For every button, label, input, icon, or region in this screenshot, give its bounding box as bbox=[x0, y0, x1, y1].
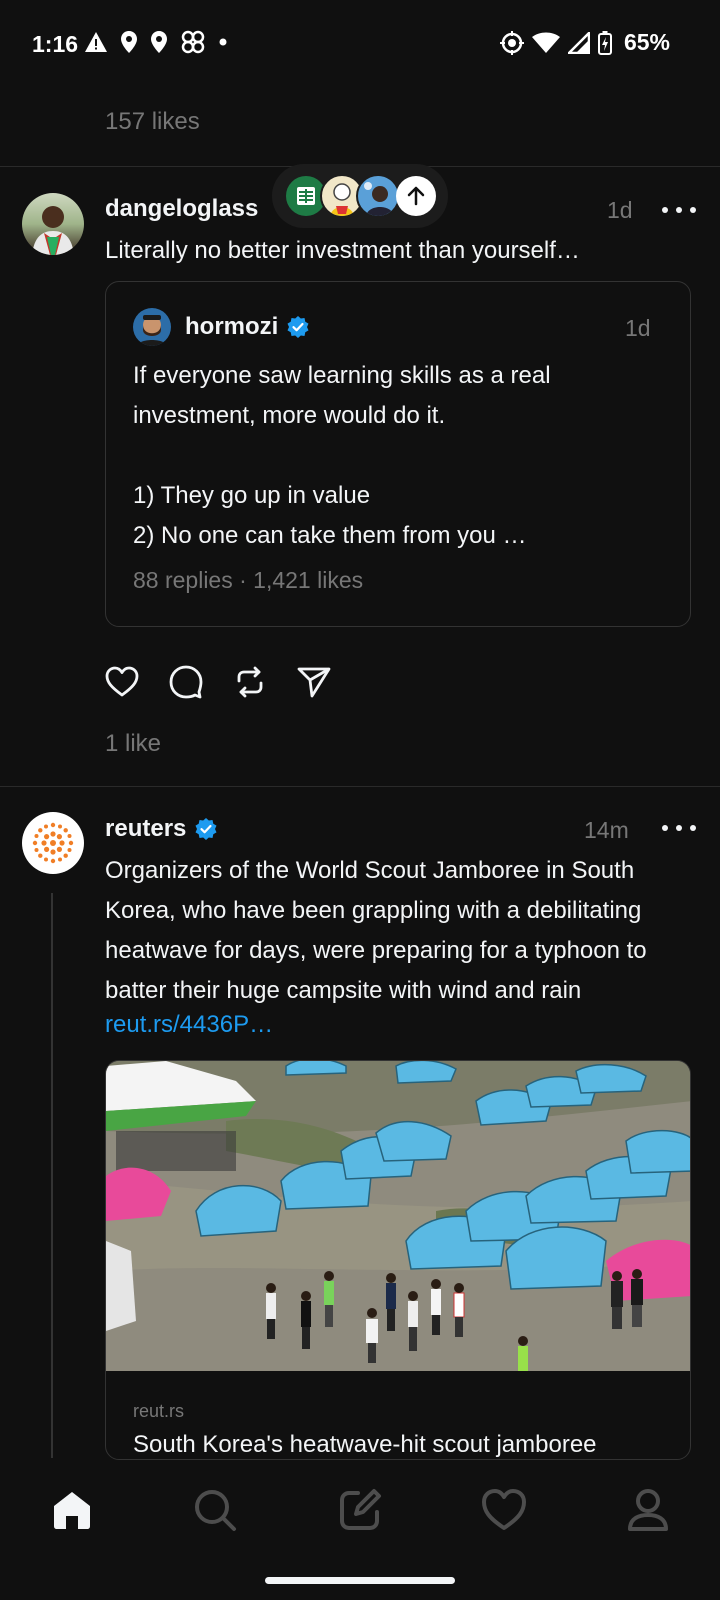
quote-line: investment, more would do it. bbox=[133, 402, 446, 429]
battery-percent: 65% bbox=[623, 29, 670, 55]
quote-line-blank bbox=[133, 436, 551, 476]
nav-profile[interactable] bbox=[624, 1486, 672, 1534]
quote-stats[interactable]: 88 replies · 1,421 likes bbox=[133, 567, 363, 594]
more-options-button[interactable] bbox=[662, 200, 696, 220]
warning-icon bbox=[85, 32, 107, 52]
link-title: South Korea's heatwave-hit scout jambore… bbox=[133, 1431, 597, 1458]
search-icon bbox=[195, 1490, 236, 1531]
share-icon[interactable] bbox=[297, 666, 331, 698]
link-preview-image bbox=[106, 1061, 690, 1371]
link-preview-card[interactable]: reut.rs South Korea's heatwave-hit scout… bbox=[105, 1060, 691, 1460]
location-icon-2 bbox=[151, 31, 167, 53]
repost-icon[interactable] bbox=[233, 665, 267, 699]
nav-activity[interactable] bbox=[480, 1486, 528, 1534]
new-posts-pill[interactable] bbox=[272, 164, 448, 228]
nav-search[interactable] bbox=[191, 1486, 239, 1534]
post-username[interactable]: dangeloglass bbox=[105, 195, 258, 223]
post-link[interactable]: reut.rs/4436P… bbox=[105, 1011, 273, 1039]
quote-time: 1d bbox=[625, 315, 651, 341]
status-icons-right: 65% bbox=[499, 29, 670, 56]
quote-line: 1) They go up in value bbox=[133, 482, 371, 509]
thread-line bbox=[51, 893, 53, 1458]
comment-icon[interactable] bbox=[169, 665, 203, 699]
pinwheel-icon bbox=[181, 30, 205, 54]
post-actions bbox=[105, 665, 331, 699]
location-icon bbox=[121, 31, 137, 53]
signal-icon bbox=[567, 31, 590, 54]
post-text: Organizers of the World Scout Jamboree i… bbox=[105, 851, 647, 1011]
previous-post-likes[interactable]: 157 likes bbox=[105, 108, 200, 136]
battery-charging-icon bbox=[597, 30, 612, 55]
quote-text: If everyone saw learning skills as a rea… bbox=[133, 356, 551, 556]
post-line: heatwave for days, were preparing for a … bbox=[105, 937, 647, 964]
verified-badge-icon bbox=[287, 316, 309, 338]
scroll-to-new-posts-button[interactable] bbox=[396, 176, 436, 216]
more-options-button[interactable] bbox=[662, 818, 696, 838]
post-line: Organizers of the World Scout Jamboree i… bbox=[105, 857, 635, 884]
post-line: Korea, who have been grappling with a de… bbox=[105, 897, 642, 924]
compose-icon bbox=[340, 1489, 381, 1530]
vpn-target-icon bbox=[499, 30, 524, 55]
quoted-post[interactable]: hormozi 1d If everyone saw learning skil… bbox=[105, 281, 691, 627]
wifi-icon bbox=[531, 32, 560, 53]
nav-home[interactable] bbox=[48, 1486, 96, 1534]
status-time: 1:16 bbox=[32, 31, 79, 57]
nav-compose[interactable] bbox=[336, 1486, 384, 1534]
post-time: 1d bbox=[607, 197, 633, 223]
photo-avatar bbox=[356, 174, 400, 218]
quote-line: If everyone saw learning skills as a rea… bbox=[133, 362, 551, 389]
avatar-image bbox=[32, 206, 74, 255]
heart-icon bbox=[482, 1489, 526, 1530]
divider bbox=[0, 786, 720, 787]
quote-avatar[interactable] bbox=[133, 308, 171, 346]
status-bar: 1:16 65% bbox=[0, 0, 720, 90]
dot-icon bbox=[219, 38, 227, 46]
quote-line: 2) No one can take them from you … bbox=[133, 522, 527, 549]
post-time: 14m bbox=[584, 817, 629, 843]
profile-icon bbox=[628, 1489, 668, 1531]
post-likes[interactable]: 1 like bbox=[105, 730, 161, 758]
verified-badge-icon bbox=[195, 818, 217, 840]
link-domain: reut.rs bbox=[133, 1401, 185, 1421]
arrow-up-icon bbox=[407, 186, 425, 206]
quote-username[interactable]: hormozi bbox=[185, 313, 278, 341]
avatar[interactable] bbox=[22, 193, 84, 255]
post-line: batter their huge campsite with wind and… bbox=[105, 977, 582, 1004]
status-icons-left bbox=[84, 29, 228, 55]
home-indicator[interactable] bbox=[265, 1577, 455, 1584]
post-username[interactable]: reuters bbox=[105, 815, 186, 843]
heart-icon[interactable] bbox=[105, 666, 139, 698]
avatar[interactable] bbox=[22, 812, 84, 874]
post-text: Literally no better investment than your… bbox=[105, 237, 580, 264]
home-icon bbox=[54, 1492, 90, 1529]
reuters-logo bbox=[32, 822, 74, 864]
